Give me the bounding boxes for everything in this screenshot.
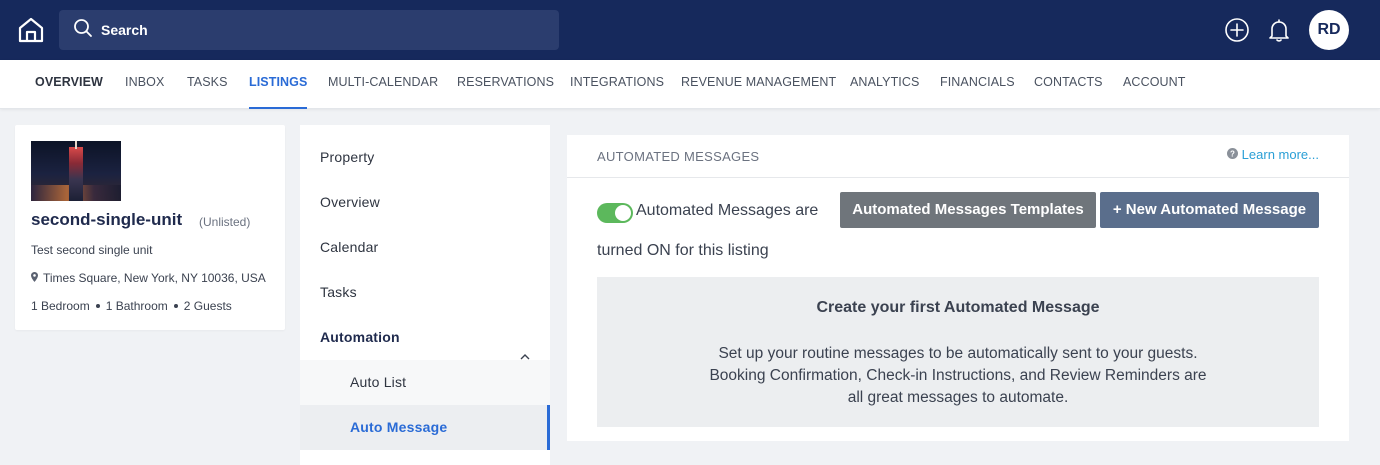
location-pin-icon xyxy=(31,271,43,285)
menu-item-property[interactable]: Property xyxy=(300,135,550,180)
listing-specs: 1 Bedroom 1 Bathroom 2 Guests xyxy=(31,299,232,313)
listing-card: second-single-unit (Unlisted) Test secon… xyxy=(15,125,285,330)
nav-item-analytics[interactable]: ANALYTICS xyxy=(850,60,919,109)
address-text: Times Square, New York, NY 10036, USA xyxy=(43,271,266,285)
empty-state-text: Set up your routine messages to be autom… xyxy=(709,345,1207,406)
user-avatar[interactable]: RD xyxy=(1309,10,1349,50)
panel-header: AUTOMATED MESSAGES ? Learn more... xyxy=(567,135,1349,178)
nav-item-integrations[interactable]: INTEGRATIONS xyxy=(570,60,664,109)
automated-messages-toggle[interactable] xyxy=(597,203,633,223)
nav-item-contacts[interactable]: CONTACTS xyxy=(1034,60,1103,109)
nav-item-listings[interactable]: LISTINGS xyxy=(249,60,308,109)
panel-title: AUTOMATED MESSAGES xyxy=(597,149,760,164)
search-input[interactable] xyxy=(101,22,521,38)
listing-thumbnail xyxy=(31,141,121,201)
bedrooms-count: 1 Bedroom xyxy=(31,299,90,313)
nav-item-inbox[interactable]: INBOX xyxy=(125,60,164,109)
menu-item-overview[interactable]: Overview xyxy=(300,180,550,225)
listing-side-menu: Property Overview Calendar Tasks Automat… xyxy=(300,125,550,465)
guests-count: 2 Guests xyxy=(183,299,232,313)
learn-more-link[interactable]: ? Learn more... xyxy=(1226,147,1319,162)
top-bar: RD xyxy=(0,0,1380,60)
menu-item-auto-message[interactable]: Auto Message xyxy=(300,405,550,450)
automated-messages-panel: AUTOMATED MESSAGES ? Learn more... Autom… xyxy=(567,135,1349,441)
search-icon xyxy=(73,18,93,43)
svg-text:?: ? xyxy=(1230,150,1235,159)
empty-state: Create your first Automated Message Set … xyxy=(597,277,1319,427)
bell-icon[interactable] xyxy=(1266,17,1292,43)
nav-item-reservations[interactable]: RESERVATIONS xyxy=(457,60,554,109)
bathrooms-count: 1 Bathroom xyxy=(105,299,168,313)
nav-item-account[interactable]: ACCOUNT xyxy=(1123,60,1186,109)
nav-item-tasks[interactable]: TASKS xyxy=(187,60,228,109)
separator-dot xyxy=(95,304,100,308)
home-icon[interactable] xyxy=(17,16,45,44)
status-text-continued: turned ON for this listing xyxy=(597,242,769,259)
listing-name: second-single-unit xyxy=(31,210,183,229)
help-icon: ? xyxy=(1226,147,1242,162)
nav-item-revenue-management[interactable]: REVENUE MANAGEMENT xyxy=(681,60,836,109)
listing-address: Times Square, New York, NY 10036, USA xyxy=(31,271,266,285)
search-bar[interactable] xyxy=(59,10,559,50)
menu-item-calendar[interactable]: Calendar xyxy=(300,225,550,270)
separator-dot xyxy=(173,304,178,308)
plus-circle-icon[interactable] xyxy=(1224,17,1250,43)
status-text: Automated Messages are xyxy=(636,202,819,219)
nav-item-multi-calendar[interactable]: MULTI-CALENDAR xyxy=(328,60,438,109)
nav-item-financials[interactable]: FINANCIALS xyxy=(940,60,1015,109)
new-automated-message-button[interactable]: + New Automated Message xyxy=(1100,192,1319,228)
nav-item-overview[interactable]: OVERVIEW xyxy=(35,60,103,109)
empty-state-title: Create your first Automated Message xyxy=(816,299,1100,316)
listing-status: (Unlisted) xyxy=(199,215,251,229)
templates-button[interactable]: Automated Messages Templates xyxy=(840,192,1096,228)
learn-more-label: Learn more... xyxy=(1241,147,1319,162)
listing-description: Test second single unit xyxy=(31,243,153,257)
main-nav: OVERVIEW INBOX TASKS LISTINGS MULTI-CALE… xyxy=(0,60,1380,109)
menu-item-auto-list[interactable]: Auto List xyxy=(300,360,550,405)
menu-item-tasks[interactable]: Tasks xyxy=(300,270,550,315)
menu-group-label: Automation xyxy=(320,329,400,345)
menu-group-automation[interactable]: Automation xyxy=(300,315,550,360)
